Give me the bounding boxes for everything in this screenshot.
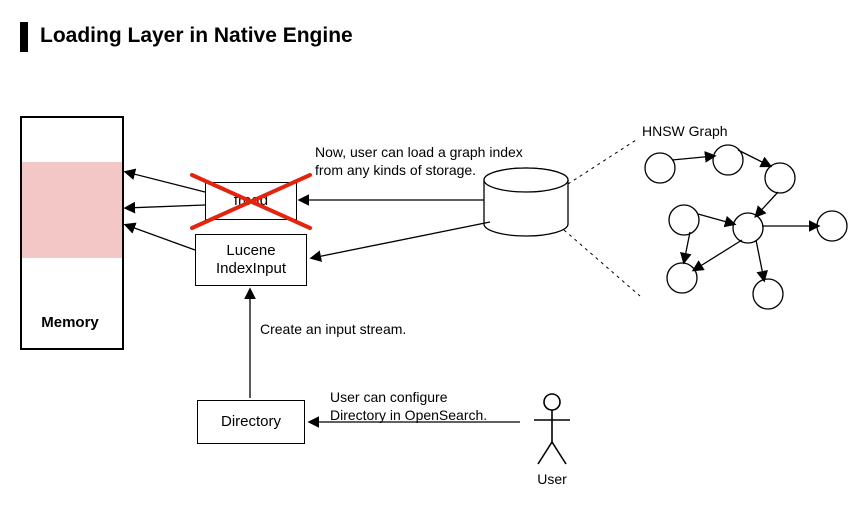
storage-cylinder <box>484 168 568 236</box>
cross-out-icon <box>192 175 310 228</box>
hnsw-graph <box>645 145 847 309</box>
dotted-link-bottom <box>564 230 640 296</box>
arrow-fread-to-memory-2 <box>126 205 205 208</box>
diagram-svg <box>0 0 860 520</box>
dotted-link-top <box>568 140 636 184</box>
arrow-storage-to-lucene <box>312 222 490 258</box>
user-icon <box>534 394 570 464</box>
arrow-lucene-to-memory <box>126 225 195 250</box>
